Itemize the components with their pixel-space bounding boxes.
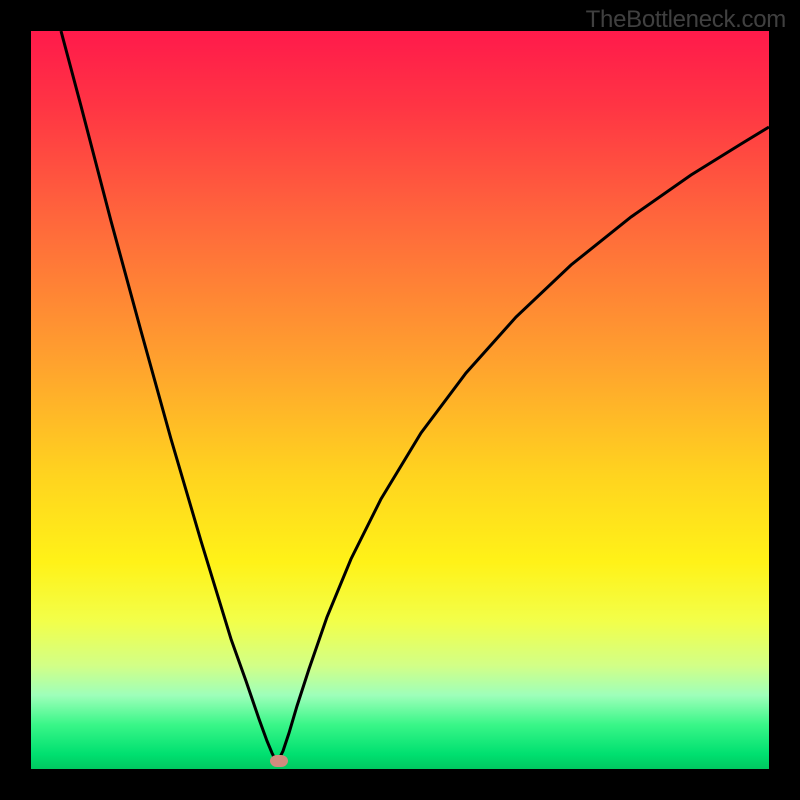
chart-container: TheBottleneck.com (0, 0, 800, 800)
curve-layer (31, 31, 769, 769)
bottleneck-curve (61, 31, 769, 761)
watermark-text: TheBottleneck.com (586, 6, 786, 34)
minimum-marker-icon (270, 755, 288, 767)
plot-area (31, 31, 769, 769)
